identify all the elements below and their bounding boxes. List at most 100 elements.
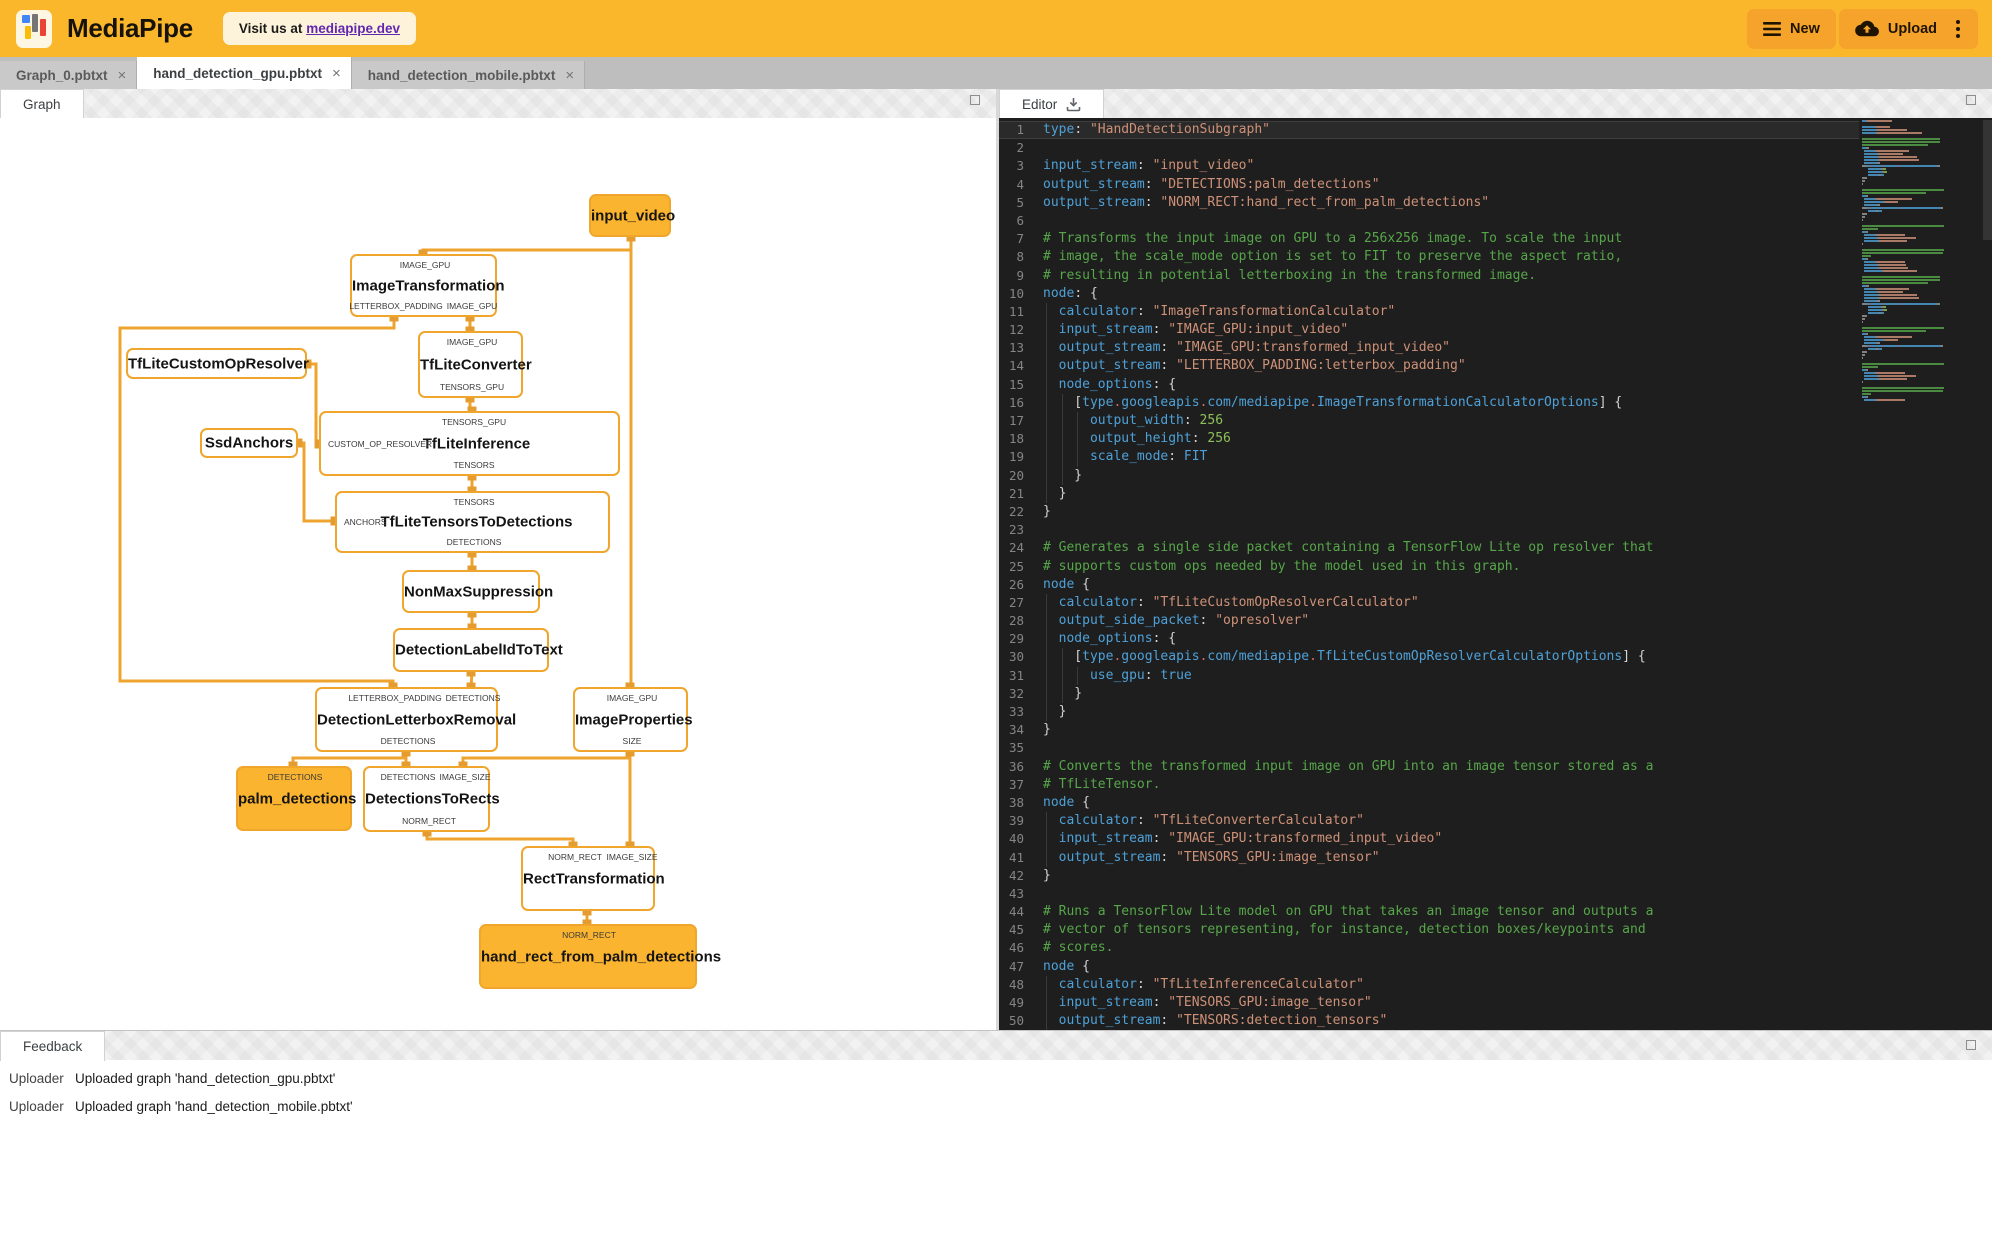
code-line[interactable]: 29 node_options: { (999, 630, 1859, 649)
graph-node-DetectionLetterboxRemoval[interactable]: DetectionLetterboxRemoval LETTERBOX_PADDI… (315, 687, 516, 752)
graph-node-RectTransformation[interactable]: RectTransformation NORM_RECT IMAGE_SIZE (521, 846, 665, 911)
code-line[interactable]: 14 output_stream: "LETTERBOX_PADDING:let… (999, 357, 1859, 376)
code-line[interactable]: 7 # Transforms the input image on GPU to … (999, 230, 1859, 248)
code-line[interactable]: 30 [type.googleapis.com/mediapipe.TfLite… (999, 648, 1859, 667)
code-line[interactable]: 24 # Generates a single side packet conta… (999, 539, 1859, 557)
graph-node-palm_detections[interactable]: palm_detections DETECTIONS (236, 766, 356, 831)
upload-button[interactable]: Upload (1838, 8, 1978, 49)
graph-node-TfLiteInference[interactable]: TfLiteInference TENSORS_GPU TENSORS CUSTOM_… (319, 411, 620, 476)
graph-node-SsdAnchors[interactable]: SsdAnchors (200, 428, 298, 458)
code-line[interactable]: 1 type: "HandDetectionSubgraph" (999, 121, 1859, 140)
port-label: DETECTIONS (446, 537, 502, 547)
port-label: NORM_RECT (402, 816, 456, 826)
graph-node-TfLiteTensorsToDetections[interactable]: TfLiteTensorsToDetections TENSORS DETECTIO… (335, 491, 610, 553)
code-line[interactable]: 42} (999, 867, 1859, 885)
code-line[interactable]: 32 } (999, 684, 1859, 703)
code-line[interactable]: 28 output_side_packet: "opresolver" (999, 612, 1859, 631)
graph-node-DetectionsToRects[interactable]: DetectionsToRects DETECTIONS IMAGE_SIZE NOR… (363, 766, 500, 832)
code-line[interactable]: 11 calculator: "ImageTransformationCalcu… (999, 302, 1859, 322)
line-number: 21 (1008, 485, 1024, 501)
code-line[interactable]: 20 } (999, 466, 1859, 485)
code-line[interactable]: 26 node { (999, 576, 1859, 594)
code-line[interactable]: 33 } (999, 703, 1859, 722)
upload-menu-kebab-icon[interactable] (1954, 18, 1962, 40)
code-line[interactable]: 35 (999, 739, 1859, 757)
code-line[interactable]: 40 input_stream: "IMAGE_GPU:transformed_… (999, 830, 1859, 849)
code-line[interactable]: 13 output_stream: "IMAGE_GPU:transformed… (999, 339, 1859, 358)
tab-graph[interactable]: Graph (0, 89, 84, 118)
port-label: SIZE (622, 736, 642, 746)
file-tab-hand_detection_mobile.pbtxt[interactable]: hand_detection_mobile.pbtxt × (351, 61, 586, 89)
node-title: RectTransformation (523, 870, 665, 887)
feedback-pane-expand-icon[interactable] (1966, 1040, 1976, 1050)
code-line[interactable]: 25 # supports custom ops needed by the mo… (999, 558, 1859, 576)
code-line[interactable]: 5 output_stream: "NORM_RECT:hand_rect_fro… (999, 194, 1859, 212)
graph-node-TfLiteCustomOpResolver[interactable]: TfLiteCustomOpResolver (126, 348, 309, 379)
port-label: CUSTOM_OP_RESOLVER (328, 438, 433, 449)
editor-minimap[interactable] (1862, 120, 1958, 402)
code-line[interactable]: 45 # vector of tensors representing, for … (999, 921, 1859, 939)
code-line[interactable]: 31 use_gpu: true (999, 666, 1859, 685)
code-line[interactable]: 46 # scores. (999, 939, 1859, 957)
tab-close-icon[interactable]: × (332, 65, 341, 82)
code-line[interactable]: 2 (999, 139, 1859, 157)
code-line[interactable]: 8 # image, the scale_mode option is set t… (999, 248, 1859, 266)
graph-node-ImageTransformation[interactable]: ImageTransformation IMAGE_GPU LETTERBOX_PA… (349, 254, 505, 317)
code-line[interactable]: 39 calculator: "TfLiteConverterCalculato… (999, 812, 1859, 831)
code-line[interactable]: 9 # resulting in potential letterboxing i… (999, 267, 1859, 285)
code-line[interactable]: 41 output_stream: "TENSORS_GPU:image_ten… (999, 848, 1859, 867)
port-label: NORM_RECT (562, 930, 616, 940)
code-line[interactable]: 10 node: { (999, 285, 1859, 303)
pane-divider[interactable] (996, 89, 999, 1030)
download-icon[interactable] (1066, 97, 1081, 112)
code-line[interactable]: 16 [type.googleapis.com/mediapipe.ImageT… (999, 393, 1859, 412)
code-line[interactable]: 49 input_stream: "TENSORS_GPU:image_tens… (999, 994, 1859, 1013)
port-label: ANCHORS (344, 517, 387, 527)
port-label: TENSORS_GPU (439, 382, 505, 392)
code-line[interactable]: 19 scale_mode: FIT (999, 448, 1859, 467)
graph-node-DetectionLabelIdToText[interactable]: DetectionLabelIdToText (393, 628, 563, 672)
code-line[interactable]: 17 output_width: 256 (999, 412, 1859, 431)
code-line[interactable]: 21 } (999, 484, 1859, 503)
graph-node-TfLiteConverter[interactable]: TfLiteConverter IMAGE_GPU TENSORS_GPU (418, 331, 532, 398)
tab-editor[interactable]: Editor (999, 89, 1105, 118)
editor-tab-label: Editor (1022, 96, 1058, 112)
line-number: 25 (1008, 558, 1024, 574)
new-button[interactable]: New (1747, 8, 1836, 49)
graph-node-ImageProperties[interactable]: ImageProperties IMAGE_GPU SIZE (573, 687, 693, 752)
code-line[interactable]: 12 input_stream: "IMAGE_GPU:input_video" (999, 321, 1859, 340)
code-line[interactable]: 15 node_options: { (999, 375, 1859, 394)
editor-scrollbar[interactable] (1983, 120, 1992, 240)
code-line[interactable]: 47 node { (999, 958, 1859, 976)
code-line[interactable]: 18 output_height: 256 (999, 430, 1859, 449)
graph-pane-expand-icon[interactable] (970, 95, 980, 105)
code-line[interactable]: 6 (999, 212, 1859, 230)
code-line[interactable]: 23 (999, 521, 1859, 539)
tab-close-icon[interactable]: × (118, 67, 127, 84)
graph-pane-strip: Graph (0, 89, 996, 118)
editor-pane-expand-icon[interactable] (1966, 95, 1976, 105)
feedback-source: Uploader (9, 1070, 64, 1086)
code-line[interactable]: 36 # Converts the transformed input image… (999, 758, 1859, 776)
code-line[interactable]: 34} (999, 721, 1859, 739)
code-line[interactable]: 44 # Runs a TensorFlow Lite model on GPU … (999, 903, 1859, 921)
tab-feedback[interactable]: Feedback (0, 1031, 106, 1061)
code-line[interactable]: 37 # TfLiteTensor. (999, 776, 1859, 794)
code-line[interactable]: 48 calculator: "TfLiteInferenceCalculato… (999, 975, 1859, 994)
code-line[interactable]: 50 output_stream: "TENSORS:detection_ten… (999, 1012, 1859, 1030)
graph-node-input_video[interactable]: input_video (589, 194, 675, 237)
code-line[interactable]: 4 output_stream: "DETECTIONS:palm_detecti… (999, 176, 1859, 194)
code-line[interactable]: 38 node { (999, 794, 1859, 812)
code-line[interactable]: 43 (999, 885, 1859, 903)
line-number: 22 (1008, 503, 1024, 519)
graph-node-hand_rect_from_palm_detections[interactable]: hand_rect_from_palm_detections NORM_RECT (479, 924, 721, 989)
code-line[interactable]: 22} (999, 503, 1859, 521)
mediapipe-dev-link[interactable]: mediapipe.dev (306, 21, 400, 36)
tab-close-icon[interactable]: × (565, 67, 574, 84)
code-line[interactable]: 3 input_stream: "input_video" (999, 157, 1859, 175)
file-tab-hand_detection_gpu.pbtxt[interactable]: hand_detection_gpu.pbtxt × (137, 57, 352, 89)
file-tab-Graph_0.pbtxt[interactable]: Graph_0.pbtxt × (0, 61, 138, 89)
graph-node-NonMaxSuppression[interactable]: NonMaxSuppression (402, 570, 553, 613)
feedback-tab-label: Feedback (23, 1039, 83, 1054)
code-line[interactable]: 27 calculator: "TfLiteCustomOpResolverCa… (999, 593, 1859, 613)
